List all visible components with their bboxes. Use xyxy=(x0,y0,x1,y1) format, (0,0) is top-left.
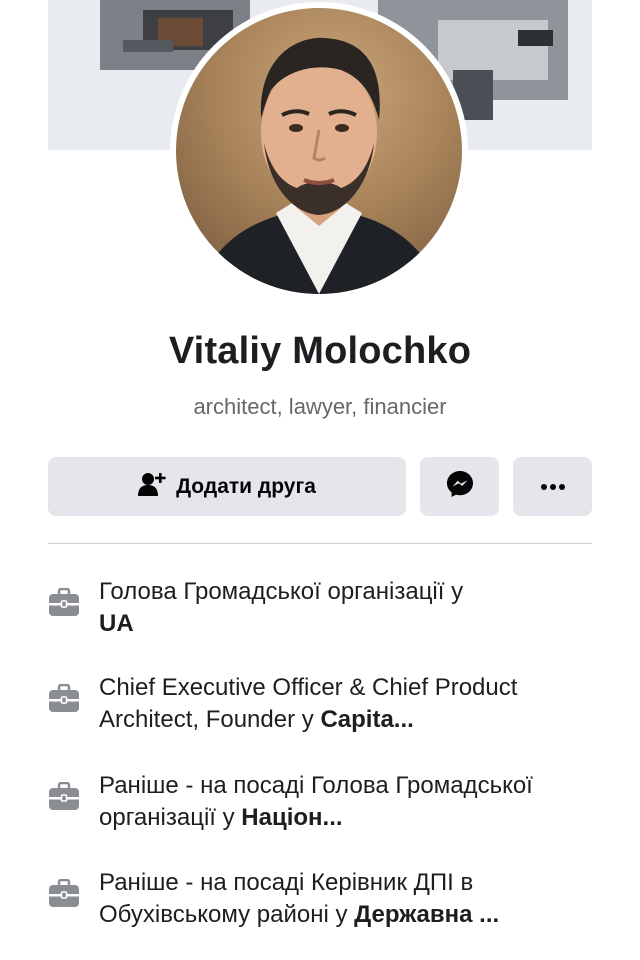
profile-bio: architect, lawyer, financier xyxy=(193,394,447,419)
cover-building-shape xyxy=(518,30,553,46)
profile-name: Vitaliy Molochko xyxy=(168,330,472,372)
briefcase-icon xyxy=(48,587,80,618)
work-place[interactable]: Державна ... xyxy=(354,901,499,928)
message-button[interactable] xyxy=(420,457,499,516)
work-description: Голова Громадської організації у xyxy=(99,578,464,605)
messenger-icon xyxy=(446,470,474,503)
add-friend-button[interactable]: Додати друга xyxy=(48,457,406,516)
add-friend-label: Додати друга xyxy=(176,474,316,498)
briefcase-icon xyxy=(48,878,80,909)
work-place[interactable]: UA xyxy=(99,610,134,637)
work-place[interactable]: Націон... xyxy=(241,804,342,831)
briefcase-icon xyxy=(48,781,80,812)
more-button[interactable] xyxy=(513,457,592,516)
cover-building-shape xyxy=(123,40,173,52)
add-person-icon xyxy=(138,471,166,502)
avatar-photo xyxy=(176,8,462,294)
work-description: Chief Executive Officer & Chief Product … xyxy=(99,674,518,733)
profile-avatar[interactable] xyxy=(170,2,468,300)
briefcase-icon xyxy=(48,683,80,714)
section-divider xyxy=(48,543,592,544)
work-place[interactable]: Capita... xyxy=(320,706,413,733)
more-dots-icon xyxy=(540,478,566,496)
